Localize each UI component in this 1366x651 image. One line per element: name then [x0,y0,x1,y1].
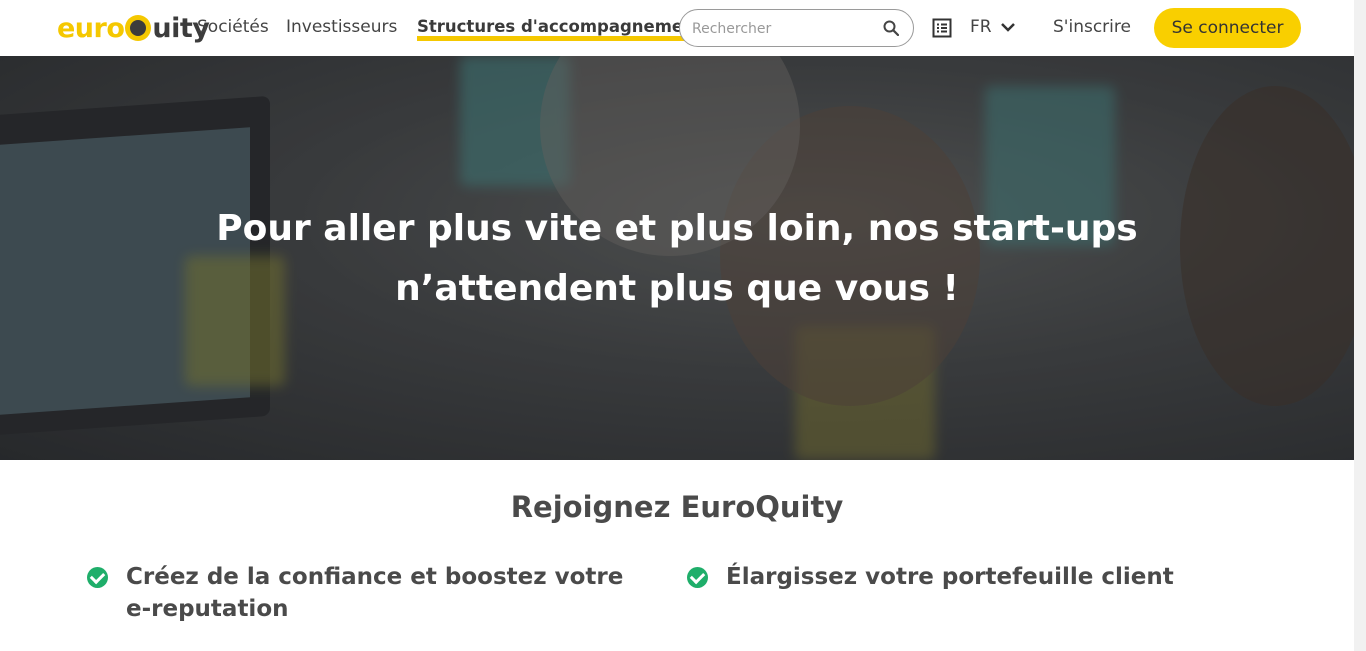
language-selector[interactable]: FR [970,17,1016,37]
hero-banner: Pour aller plus vite et plus loin, nos s… [0,56,1354,460]
list-icon[interactable] [932,18,952,38]
benefit-item: Élargissez votre portefeuille client [687,561,1247,593]
benefit-text: Élargissez votre portefeuille client [726,564,1174,590]
benefit-item: Créez de la confiance et boostez votre e… [87,561,627,625]
euroquity-logo[interactable]: euro uity [57,11,210,45]
nav-societes[interactable]: Sociétés [197,17,269,37]
search-icon[interactable] [883,20,899,36]
check-circle-icon [87,567,108,588]
login-button[interactable]: Se connecter [1154,8,1301,48]
logo-part-euro: euro [57,12,125,44]
site-header: euro uity Sociétés Investisseurs Structu… [0,0,1354,56]
join-title: Rejoignez EuroQuity [510,490,844,524]
hero-title: Pour aller plus vite et plus loin, nos s… [216,208,1138,309]
nav-investisseurs[interactable]: Investisseurs [286,17,397,37]
language-label: FR [970,17,992,37]
page-scrollbar[interactable] [1354,0,1366,651]
search-input[interactable] [692,19,872,39]
nav-structures-accompagnement[interactable]: Structures d'accompagnement [417,17,703,41]
chevron-down-icon [1000,23,1015,32]
signup-link[interactable]: S'inscrire [1053,17,1131,37]
benefit-text: Créez de la confiance et boostez votre e… [126,564,624,622]
logo-q-mark [125,15,152,41]
search-box [679,9,914,47]
check-circle-icon [687,567,708,588]
